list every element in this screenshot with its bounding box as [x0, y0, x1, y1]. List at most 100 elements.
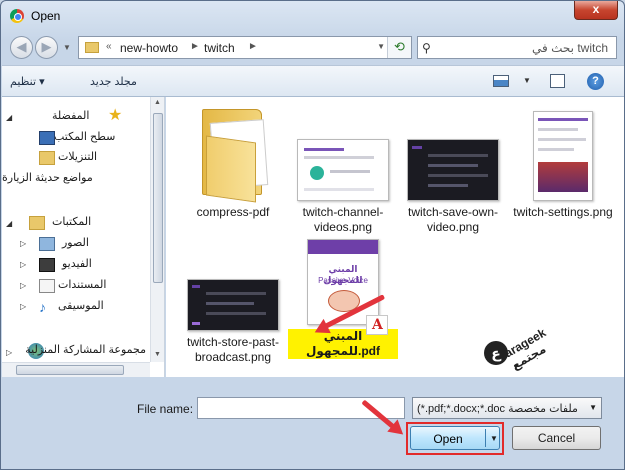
- nav-vertical-scrollbar[interactable]: ▲ ▼: [150, 97, 164, 362]
- nav-pictures[interactable]: الصور: [62, 236, 89, 254]
- title-bar: Open x: [1, 1, 624, 31]
- breadcrumb-separator[interactable]: ►: [190, 41, 200, 52]
- arageek-text: arageek مجتمع: [502, 325, 549, 373]
- file-name-label: File name:: [137, 402, 194, 416]
- breadcrumb-separator[interactable]: «: [106, 41, 112, 52]
- scroll-down-icon[interactable]: ▼: [154, 351, 161, 358]
- recent-locations-dropdown[interactable]: ▼: [63, 43, 71, 52]
- nav-music[interactable]: الموسيقى: [58, 299, 104, 317]
- nav-libraries-label: المكتبات: [52, 216, 92, 228]
- close-button[interactable]: x: [574, 1, 618, 20]
- chevron-down-icon[interactable]: ◢: [6, 113, 12, 122]
- forward-arrow-icon: ▶: [41, 39, 52, 54]
- new-folder-button[interactable]: مجلد جديد: [90, 75, 137, 88]
- preview-pane-icon[interactable]: [550, 74, 565, 88]
- music-note-icon: ♪: [39, 299, 46, 315]
- nav-videos[interactable]: الفيديو: [62, 257, 92, 275]
- pdf-icon: [366, 315, 388, 335]
- change-view-icon[interactable]: [493, 75, 509, 87]
- nav-documents-label: المستندات: [58, 279, 107, 291]
- nav-horizontal-scrollbar[interactable]: [2, 362, 150, 377]
- nav-desktop[interactable]: سطح المكتب: [54, 130, 115, 148]
- file-type-value: (*.pdf;*.docx;*.doc ملفات مخصصة: [417, 403, 578, 415]
- pdf-thumbnail: المبني للمجهول Passive Voice: [307, 239, 379, 325]
- nav-desktop-label: سطح المكتب: [54, 131, 116, 143]
- breadcrumb-separator[interactable]: ►: [248, 41, 258, 52]
- image-thumbnail: [297, 139, 389, 201]
- chevron-right-icon[interactable]: ▷: [20, 302, 26, 311]
- nav-downloads[interactable]: التنزيلات: [58, 150, 97, 168]
- file-item[interactable]: compress-pdf: [178, 101, 288, 231]
- file-item-selected[interactable]: المبني للمجهول Passive Voice المبني للمج…: [288, 237, 398, 367]
- desktop-icon: [39, 131, 55, 145]
- breadcrumb-twitch[interactable]: twitch: [204, 41, 235, 55]
- file-list: compress-pdf twitch-channel-videos.png t…: [166, 97, 624, 377]
- file-type-select[interactable]: (*.pdf;*.docx;*.doc ملفات مخصصة ▼: [412, 397, 602, 419]
- libraries-icon: [29, 216, 45, 230]
- address-dropdown[interactable]: ▼: [377, 42, 385, 51]
- chrome-icon: [10, 9, 24, 23]
- image-thumbnail: [533, 111, 593, 201]
- nav-homegroup[interactable]: مجموعة المشاركة المنزلية: [2, 343, 146, 361]
- nav-recent-label: مواضع حديثة الزيارة: [2, 172, 93, 184]
- file-name: twitch-store-past-broadcast.png: [186, 335, 280, 364]
- nav-libraries[interactable]: المكتبات: [52, 215, 91, 233]
- nav-hscroll-thumb[interactable]: [16, 365, 124, 375]
- organize-button[interactable]: تنظيم ▾: [10, 75, 45, 88]
- open-dropdown-icon[interactable]: ▼: [490, 434, 498, 443]
- search-icon: ⚲: [422, 41, 431, 55]
- search-placeholder: بحث في twitch: [532, 41, 608, 55]
- help-icon[interactable]: ?: [587, 73, 604, 90]
- file-item[interactable]: twitch-store-past-broadcast.png: [178, 237, 288, 367]
- open-dialog: Open x ◀ ▶ ▼ « new-howto ► twitch ► ▼ ⟲ …: [0, 0, 625, 470]
- nav-videos-label: الفيديو: [62, 258, 92, 270]
- back-arrow-icon: ◀: [16, 39, 27, 54]
- nav-scroll-thumb[interactable]: [153, 113, 163, 283]
- back-button[interactable]: ◀: [10, 36, 33, 59]
- downloads-icon: [39, 151, 55, 165]
- file-item[interactable]: twitch-settings.png: [508, 101, 618, 231]
- file-name: twitch-channel-videos.png: [302, 205, 384, 234]
- dialog-title: Open: [31, 9, 61, 23]
- nav-downloads-label: التنزيلات: [58, 151, 98, 163]
- scroll-up-icon[interactable]: ▲: [154, 99, 161, 106]
- nav-favorites-label: المفضلة: [52, 110, 90, 122]
- star-icon: ★: [108, 107, 123, 124]
- chevron-down-icon[interactable]: ◢: [6, 219, 12, 228]
- image-thumbnail: [187, 279, 279, 331]
- file-item[interactable]: twitch-save-own-video.png: [398, 101, 508, 234]
- documents-icon: [39, 279, 55, 293]
- file-item[interactable]: twitch-channel-videos.png: [288, 101, 398, 234]
- folder-icon: [85, 42, 99, 53]
- address-bar[interactable]: « new-howto ► twitch ► ▼ ⟲: [78, 36, 412, 59]
- navigation-pane: ◢ المفضلة ★ سطح المكتب التنزيلات مواضع ح…: [2, 97, 165, 377]
- search-input[interactable]: ⚲ بحث في twitch: [417, 36, 617, 59]
- file-name: compress-pdf: [196, 205, 270, 219]
- nav-homegroup-label: مجموعة المشاركة المنزلية: [25, 344, 146, 356]
- split-divider: [485, 429, 486, 447]
- chevron-right-icon[interactable]: ▷: [20, 260, 26, 269]
- pdf-thumb-subtitle: Passive Voice: [318, 276, 368, 285]
- breadcrumb-new-howto[interactable]: new-howto: [120, 41, 178, 55]
- chevron-right-icon[interactable]: ▷: [20, 239, 26, 248]
- nav-documents[interactable]: المستندات: [58, 278, 106, 296]
- video-icon: [39, 258, 55, 272]
- pictures-icon: [39, 237, 55, 251]
- chevron-right-icon[interactable]: ▷: [20, 281, 26, 290]
- open-button-label: Open: [433, 432, 463, 446]
- forward-button[interactable]: ▶: [35, 36, 58, 59]
- image-thumbnail: [407, 139, 499, 201]
- view-dropdown[interactable]: ▼: [523, 76, 531, 85]
- file-name: twitch-settings.png: [513, 205, 613, 219]
- chevron-down-icon: ▼: [589, 403, 597, 412]
- nav-music-label: الموسيقى: [58, 300, 104, 312]
- command-bar: تنظيم ▾ مجلد جديد ▼ ?: [2, 65, 624, 97]
- nav-recent-places[interactable]: مواضع حديثة الزيارة: [2, 171, 93, 189]
- nav-favorites[interactable]: المفضلة ★: [52, 108, 122, 127]
- open-button[interactable]: Open ▼: [410, 426, 500, 450]
- refresh-icon[interactable]: ⟲: [387, 37, 411, 58]
- cancel-button[interactable]: Cancel: [512, 426, 601, 450]
- folder-icon: [178, 101, 288, 203]
- nav-pictures-label: الصور: [62, 237, 89, 249]
- file-name: twitch-save-own-video.png: [407, 205, 499, 234]
